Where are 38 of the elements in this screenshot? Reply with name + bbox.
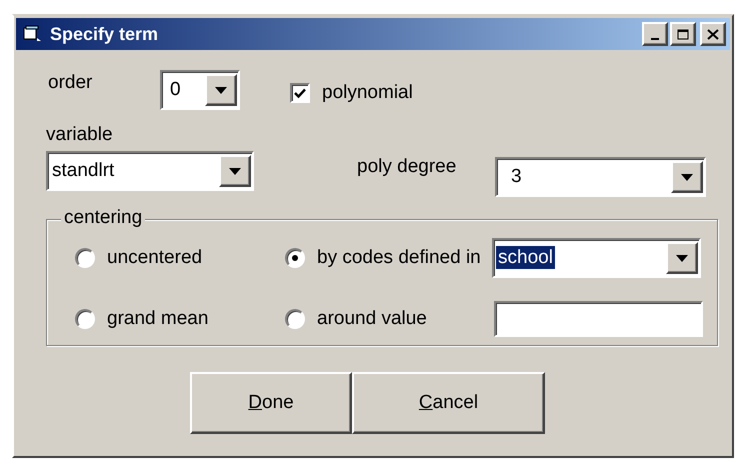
dropdown-field[interactable]: 3 (495, 157, 706, 197)
dialog-button[interactable]: Cancel (352, 372, 545, 434)
close-icon (707, 28, 719, 40)
checkbox[interactable] (290, 83, 310, 103)
window-title: Specify term (50, 24, 160, 44)
caret-icon (676, 254, 688, 262)
dropdown-field[interactable]: 0 (160, 70, 240, 110)
radio-button[interactable] (285, 309, 305, 329)
dropdown-field[interactable]: standlrt (46, 151, 254, 191)
dialog-button[interactable]: Done (190, 372, 352, 434)
poly-degree-label: poly degree (357, 156, 458, 179)
dropdown-button[interactable] (205, 74, 237, 106)
dropdown-button[interactable] (219, 155, 251, 187)
radio-button[interactable] (75, 248, 95, 268)
dropdown-button[interactable] (671, 161, 703, 193)
checkbox-label: polynomial (322, 82, 413, 104)
maximize-icon (677, 28, 689, 40)
radio-button[interactable] (285, 248, 305, 268)
selected-text: school (496, 246, 555, 269)
caret-icon (681, 174, 693, 180)
order-label: order (48, 71, 94, 94)
radio-label: grand mean (107, 308, 208, 330)
radio-label: around value (317, 308, 427, 330)
minimize-button[interactable] (642, 22, 668, 46)
minimize-icon (651, 38, 659, 40)
radio-label: by codes defined in (317, 247, 481, 269)
value-input-field[interactable] (494, 301, 703, 337)
dropdown-button[interactable] (666, 242, 698, 274)
dropdown-field[interactable]: school (492, 238, 701, 278)
close-button[interactable] (700, 22, 726, 46)
radio-button[interactable] (75, 309, 95, 329)
caret-icon (215, 86, 227, 94)
group-label: centering (61, 207, 146, 229)
variable-label: variable (46, 124, 113, 146)
radio-label: uncentered (107, 247, 202, 269)
check-icon (294, 88, 306, 98)
caret-icon (229, 168, 241, 174)
maximize-button[interactable] (670, 22, 696, 46)
